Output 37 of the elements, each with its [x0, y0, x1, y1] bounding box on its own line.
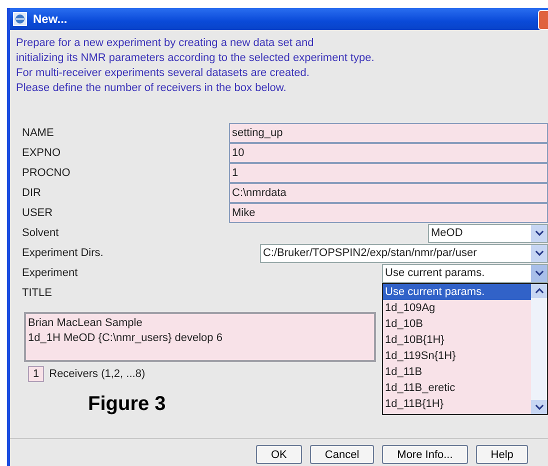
field-label: EXPNO [22, 147, 61, 159]
input-field[interactable]: C:\nmrdata [229, 182, 548, 202]
field-label: TITLE [22, 287, 52, 299]
input-field[interactable]: 1 [229, 162, 548, 182]
cancel-button[interactable]: Cancel [310, 445, 374, 464]
field-label: PROCNO [22, 167, 70, 179]
list-item[interactable]: Use current params. [383, 284, 531, 300]
text-area[interactable]: Brian MacLean Sample 1d_1H MeOD {C:\nmr_users} develop 6 [24, 312, 376, 362]
input-field[interactable]: 1 [28, 366, 44, 382]
dropdown[interactable]: C:/Bruker/TOPSPIN2/exp/stan/nmr/par/user [260, 244, 548, 262]
field-label: NAME [22, 127, 54, 139]
more-info-button[interactable]: More Info... [382, 445, 468, 464]
list-item[interactable]: 1d_11B [383, 364, 531, 380]
field-label: DIR [22, 187, 41, 199]
list-item[interactable]: 1d_109Ag [383, 300, 531, 316]
window-title: New... [33, 12, 68, 26]
instruction-text: Please define the number of receivers in the box below. [16, 81, 288, 96]
ok-button[interactable]: OK [256, 445, 302, 464]
instruction-text: initializing its NMR parameters according to the selected experiment type. [16, 51, 376, 66]
input-field[interactable]: 10 [229, 142, 548, 162]
field-label: Experiment Dirs. [22, 247, 104, 259]
field-label: Solvent [22, 227, 59, 239]
field-label: Receivers (1,2, ...8) [49, 368, 146, 380]
figure-caption: Figure 3 [88, 393, 166, 417]
list-item[interactable]: 1d_10B{1H} [383, 332, 531, 348]
list-item[interactable]: 1d_119Sn{1H} [383, 348, 531, 364]
help-button[interactable]: Help [476, 445, 528, 464]
field-label: USER [22, 207, 53, 219]
list-item[interactable]: 1d_10B [383, 316, 531, 332]
list-item[interactable]: 1d_11B_eretic [383, 380, 531, 396]
list-item[interactable]: 1d_11B{1H} [383, 396, 531, 412]
instruction-text: For multi-receiver experiments several datasets are created. [16, 66, 310, 81]
input-field[interactable]: setting_up [229, 122, 548, 142]
input-field[interactable]: Mike [229, 202, 548, 222]
dropdown[interactable]: MeOD [428, 224, 548, 242]
instruction-text: Prepare for a new experiment by creating a new data set and [16, 36, 315, 51]
field-label: Experiment [22, 267, 78, 279]
